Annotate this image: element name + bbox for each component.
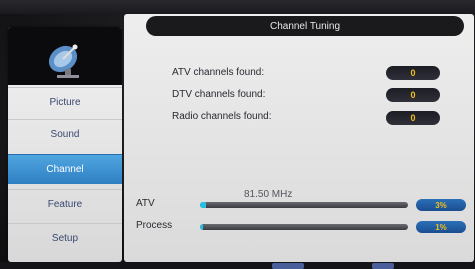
sidebar-logo	[8, 27, 122, 85]
sidebar-item-feature[interactable]: Feature	[8, 189, 122, 219]
atv-percent-value: 3%	[435, 200, 447, 210]
dtv-found-value: 0	[410, 90, 416, 100]
exit-key-hint	[372, 263, 394, 269]
process-progress-label: Process	[136, 220, 173, 231]
dtv-found-label: DTV channels found:	[172, 89, 266, 100]
process-progress-fill	[200, 224, 204, 230]
sidebar-menu: Picture Sound Channel Feature Setup	[8, 27, 122, 262]
frequency-readout: 81.50 MHz	[244, 189, 293, 200]
title-bar: Channel Tuning	[146, 16, 464, 36]
bottom-bezel	[0, 262, 475, 269]
dtv-found-count: 0	[386, 88, 440, 102]
radio-found-value: 0	[410, 113, 416, 123]
tv-screen: Picture Sound Channel Feature Setup Chan…	[0, 0, 475, 269]
sidebar-item-label: Feature	[47, 199, 83, 210]
atv-found-value: 0	[410, 68, 416, 78]
atv-found-count: 0	[386, 66, 440, 80]
sidebar-item-label: Picture	[49, 97, 81, 108]
atv-progress-label: ATV	[136, 198, 155, 209]
sidebar-item-label: Sound	[50, 129, 80, 140]
sidebar-item-picture[interactable]: Picture	[8, 87, 122, 117]
atv-found-label: ATV channels found:	[172, 67, 265, 78]
atv-progress-fill	[200, 202, 207, 208]
sidebar-item-label: Setup	[51, 233, 79, 244]
sidebar-item-label: Channel	[46, 164, 84, 175]
process-progress-percent: 1%	[416, 221, 466, 233]
process-percent-value: 1%	[435, 222, 447, 232]
atv-progress-percent: 3%	[416, 199, 466, 211]
radio-found-count: 0	[386, 111, 440, 125]
satellite-dish-icon	[48, 44, 79, 78]
sidebar-item-sound[interactable]: Sound	[8, 119, 122, 149]
channel-tuning-panel: Channel Tuning ATV channels found: 0 DTV…	[124, 14, 474, 262]
sidebar-item-channel[interactable]: Channel	[8, 154, 122, 184]
process-progress-bar	[200, 224, 408, 230]
radio-found-label: Radio channels found:	[172, 111, 272, 122]
page-title: Channel Tuning	[269, 20, 341, 32]
sidebar-item-setup[interactable]: Setup	[8, 223, 122, 253]
atv-progress-bar	[200, 202, 408, 208]
top-bezel	[0, 0, 475, 14]
menu-key-hint	[272, 263, 304, 269]
